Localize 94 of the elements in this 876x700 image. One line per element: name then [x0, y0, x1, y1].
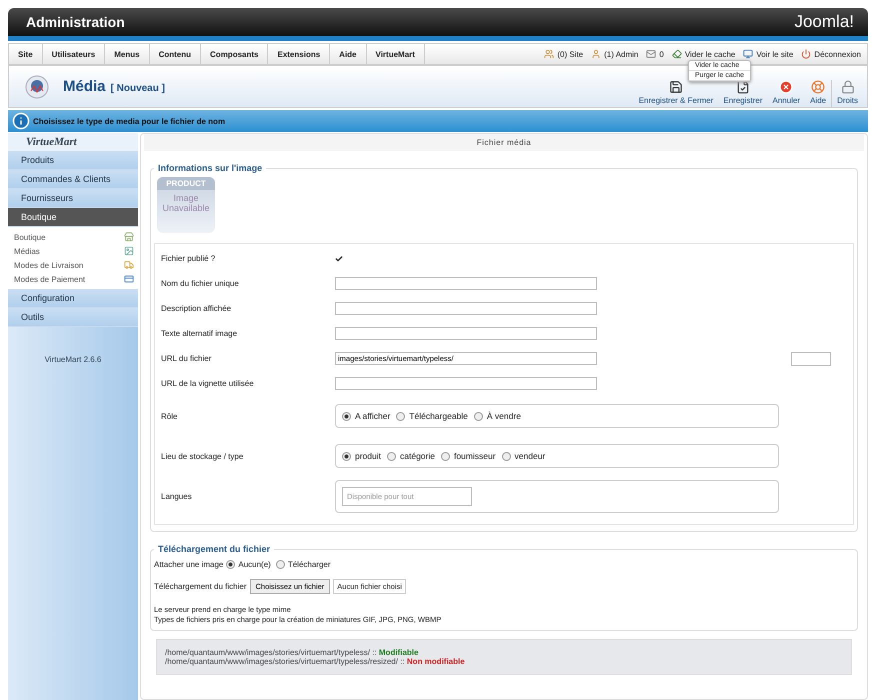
menu-item[interactable]: Site — [9, 44, 43, 64]
radio-button[interactable] — [226, 560, 236, 569]
toolbar-button[interactable]: Annuler — [768, 80, 806, 107]
status-link[interactable]: Voir le site — [756, 50, 794, 58]
image-icon — [124, 246, 134, 256]
radio-button[interactable] — [387, 452, 396, 460]
sidebar-item[interactable]: Outils — [8, 308, 138, 327]
panel-title: Fichier média — [144, 134, 864, 151]
info-message: Choisissez le type de media pour le fichier de nom — [33, 116, 226, 126]
header-title: Administration — [26, 14, 125, 30]
toolbar-button[interactable]: Enregistrer — [718, 80, 768, 107]
radio-label: A afficher — [355, 411, 390, 421]
store-icon — [124, 232, 134, 242]
sidebar-item[interactable]: Configuration — [8, 289, 138, 308]
field-label: Téléchargement du fichier — [154, 582, 246, 591]
menu-item[interactable]: Utilisateurs — [42, 44, 106, 64]
radio-button[interactable] — [474, 412, 483, 420]
sidebar-item[interactable]: Produits — [8, 151, 138, 170]
submenu-link[interactable]: Modes de Livraison — [14, 260, 84, 270]
text-field[interactable] — [335, 327, 597, 340]
toolbar-button[interactable]: Aide — [805, 80, 832, 107]
fieldset-legend: Informations sur l'image — [154, 163, 266, 173]
power-icon — [801, 49, 812, 59]
user-icon — [591, 49, 602, 59]
status-link[interactable]: 0 — [659, 50, 664, 58]
page-subtitle: [ Nouveau ] — [110, 82, 165, 94]
toolbar-button[interactable]: Droits — [831, 80, 863, 107]
checkbox[interactable] — [335, 254, 343, 262]
status-link[interactable]: Déconnexion — [814, 50, 861, 58]
version-text: VirtueMart 2.6.6 — [44, 355, 102, 364]
sidebar-logo: VirtueMart — [8, 133, 138, 151]
sidebar-item[interactable]: Commandes & Clients — [8, 170, 138, 189]
radio-label: produit — [355, 451, 381, 461]
radio-button[interactable] — [440, 452, 450, 460]
menu-item[interactable]: Extensions — [268, 44, 330, 64]
radio-label: foumisseur — [454, 451, 496, 461]
field-label: Fichier publié ? — [161, 254, 216, 263]
radio-button[interactable] — [502, 452, 511, 460]
field-label: Nom du fichier unique — [161, 279, 240, 288]
text-field[interactable] — [335, 277, 597, 290]
status-link[interactable]: (0) Site — [557, 50, 584, 58]
radio-label: Télécharger — [288, 560, 331, 569]
cancel-icon — [779, 80, 794, 94]
users-icon — [544, 49, 554, 59]
text-field[interactable] — [335, 302, 597, 315]
toolbar-button[interactable]: Enregistrer & Fermer — [634, 80, 718, 107]
radio-label: À vendre — [486, 411, 521, 421]
monitor-icon — [743, 49, 754, 59]
mail-icon — [646, 49, 656, 59]
logo-text: Joomla! — [794, 12, 854, 32]
sidebar-item[interactable]: Fournisseurs — [8, 189, 138, 208]
field-label: Lieu de stockage / type — [161, 452, 244, 460]
text-field[interactable] — [335, 377, 597, 390]
page-title: Média — [63, 78, 106, 95]
field-label: Attacher une image — [154, 560, 224, 569]
menu-item[interactable]: Composants — [201, 44, 268, 64]
status-link[interactable]: Vider le cache — [684, 50, 736, 58]
radio-button[interactable] — [342, 452, 351, 460]
radio-label: Aucun(e) — [238, 560, 271, 569]
save-icon — [669, 80, 684, 94]
menu-item[interactable]: Menus — [105, 44, 150, 64]
menu-item[interactable]: Contenu — [150, 44, 202, 64]
radio-label: catégorie — [400, 451, 435, 461]
submenu-link[interactable]: Boutique — [14, 232, 46, 242]
radio-button[interactable] — [342, 412, 351, 420]
fieldset-legend: Téléchargement du fichier — [154, 544, 274, 554]
menu-item[interactable]: Aide — [330, 44, 367, 64]
radio-label: vendeur — [514, 451, 546, 461]
card-icon — [124, 274, 134, 284]
radio-label: Téléchargeable — [409, 411, 468, 421]
field-label: Texte alternatif image — [161, 329, 238, 338]
placeholder-text: Image Unavailable — [161, 193, 211, 213]
menu-item[interactable]: VirtueMart — [366, 44, 425, 64]
radio-button[interactable] — [276, 560, 285, 569]
path-line: /home/quantaum/www/images/stories/virtuemart/typeless/ :: Modifiable — [165, 648, 420, 657]
placeholder-label: PRODUCT — [157, 177, 215, 190]
submenu-link[interactable]: Médias — [14, 246, 40, 256]
radio-button[interactable] — [396, 412, 406, 420]
status-link[interactable]: (1) Admin — [604, 50, 638, 58]
field-label: URL de la vignette utilisée — [161, 379, 255, 388]
path-line: /home/quantaum/www/images/stories/virtuemart/typeless/resized/ :: Non modifiable — [165, 657, 466, 666]
info-icon — [12, 112, 30, 130]
field-label: Langues — [161, 492, 193, 500]
field-label: URL du fichier — [161, 354, 212, 363]
truck-icon — [124, 260, 134, 270]
document-icon — [736, 80, 750, 94]
sidebar-item[interactable]: Boutique — [8, 208, 138, 227]
media-logo-icon — [25, 74, 49, 98]
lock-icon — [840, 80, 855, 94]
help-icon — [811, 80, 826, 94]
submenu-link[interactable]: Modes de Paiement — [14, 274, 86, 284]
field-label: Rôle — [161, 412, 178, 420]
field-label: Description affichée — [161, 304, 232, 313]
eraser-icon — [672, 49, 682, 59]
